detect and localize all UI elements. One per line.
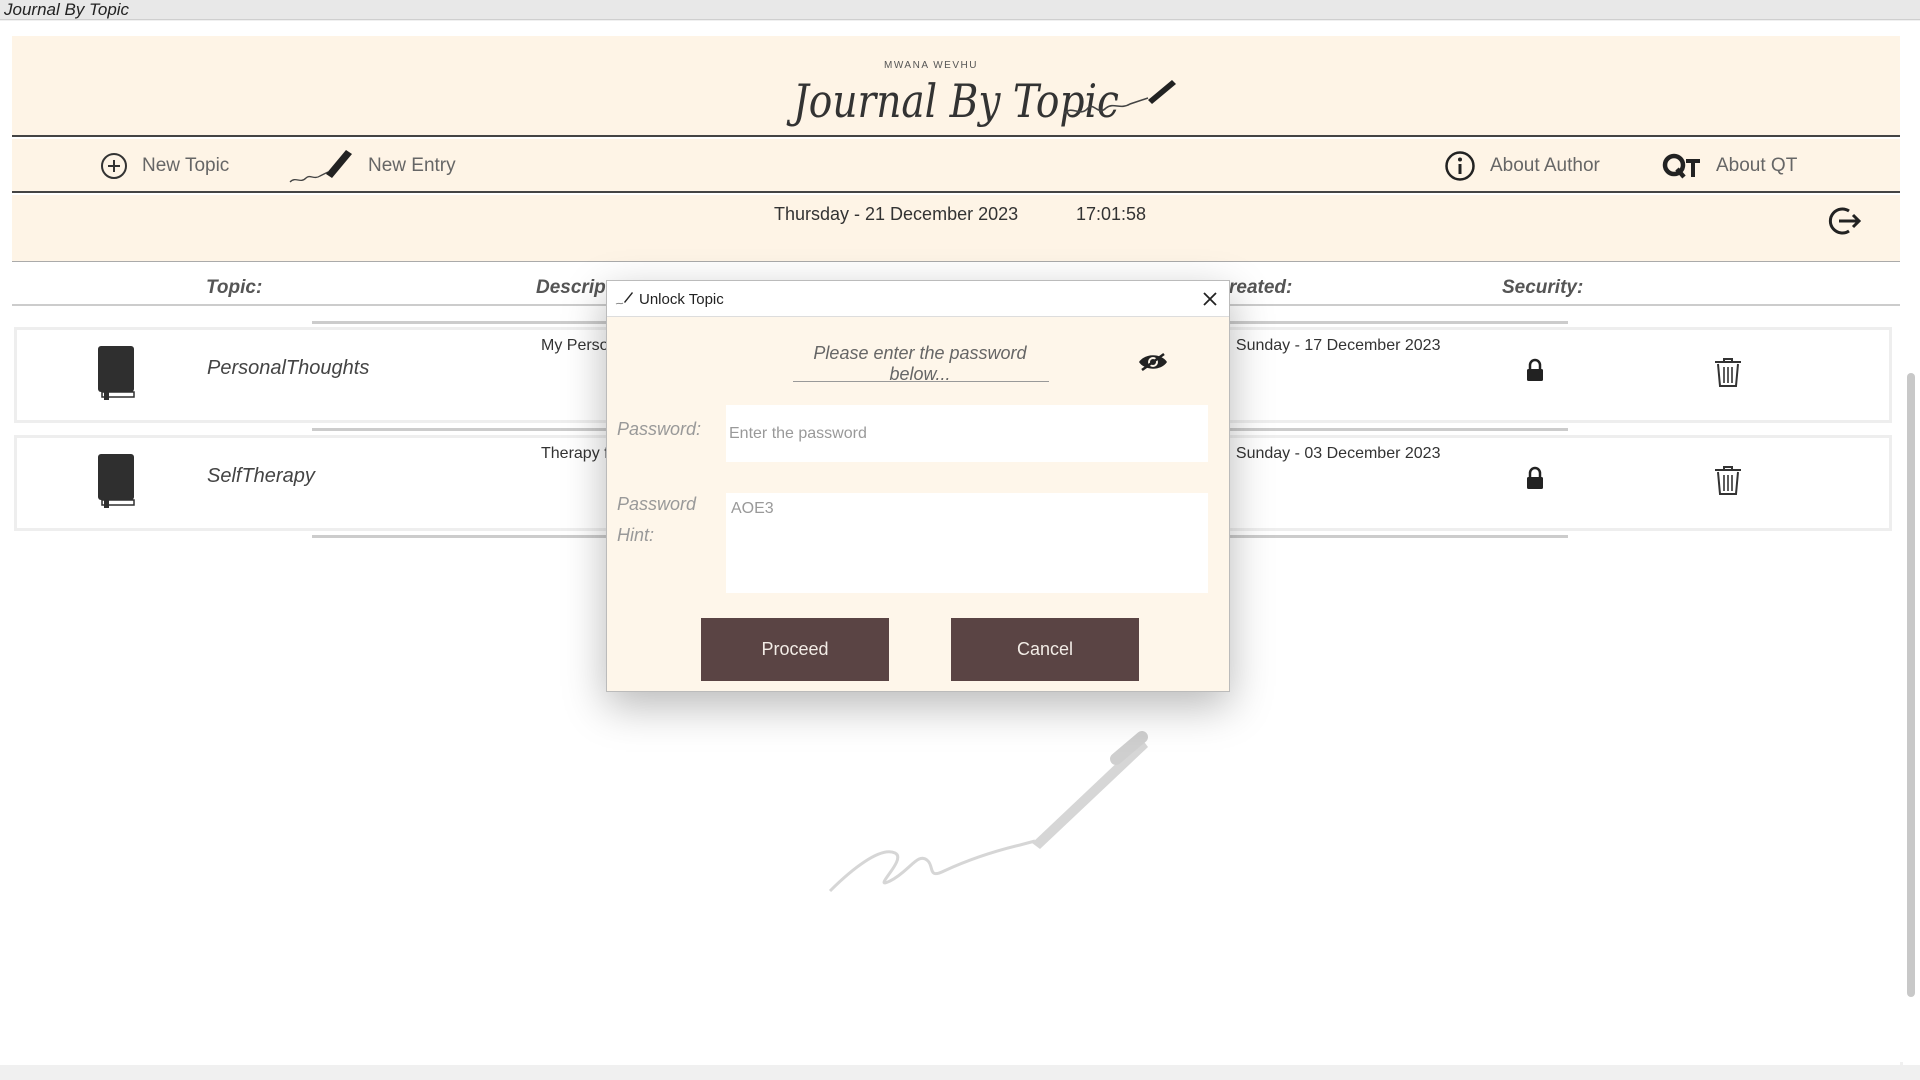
book-icon (98, 454, 135, 508)
column-description: Descript (536, 277, 613, 298)
new-topic-button[interactable]: New Topic (100, 139, 229, 193)
scrollbar-thumb[interactable] (1907, 373, 1915, 997)
topic-created: : Sunday - 17 December 2023 (1227, 337, 1441, 354)
about-author-label: About Author (1490, 155, 1600, 176)
topic-name: PersonalThoughts (207, 357, 370, 379)
qt-logo-icon (1662, 153, 1700, 179)
pen-icon (615, 292, 633, 305)
current-time: 17:01:58 (1076, 204, 1147, 224)
close-icon[interactable] (1199, 288, 1221, 310)
current-date: Thursday - 21 December 2023 (774, 204, 1019, 224)
lock-icon[interactable] (1525, 466, 1545, 490)
new-entry-button[interactable]: New Entry (288, 139, 456, 193)
trash-icon[interactable] (1713, 464, 1743, 496)
topic-description: My Persor (541, 337, 614, 354)
about-qt-label: About QT (1716, 155, 1798, 176)
column-created: reated: (1229, 277, 1293, 298)
hint-label-line2: Hint: (617, 525, 655, 545)
password-prompt: Please enter the password below... (813, 343, 1027, 384)
toolbar: New Topic New Entry About Author About Q… (12, 139, 1900, 193)
topic-name: SelfTherapy (207, 465, 315, 487)
pen-icon (289, 150, 352, 183)
password-hint-field: AOE3 (726, 493, 1208, 593)
dialog-titlebar: Unlock Topic (607, 281, 1229, 317)
app-body: MWANA WEVHU Journal By Topic New Topic N… (0, 21, 1920, 1065)
dialog-title: Unlock Topic (639, 291, 724, 308)
new-entry-label: New Entry (368, 155, 456, 176)
window-title: Journal By Topic (4, 0, 130, 19)
proceed-button[interactable]: Proceed (701, 618, 889, 681)
pen-signature-icon (1063, 80, 1176, 115)
vertical-scrollbar[interactable] (1903, 323, 1920, 1065)
logout-icon[interactable] (1827, 205, 1863, 237)
column-topic: Topic: (206, 277, 263, 298)
brand-title: Journal By Topic (793, 74, 1119, 128)
brand-subtitle: MWANA WEVHU (884, 60, 978, 71)
lock-icon[interactable] (1525, 358, 1545, 382)
column-security: Security: (1502, 277, 1584, 298)
password-input[interactable] (726, 405, 1208, 462)
password-label: Password: (617, 419, 702, 439)
topic-created: : Sunday - 03 December 2023 (1227, 445, 1441, 462)
plus-circle-icon (101, 153, 127, 179)
cancel-button[interactable]: Cancel (951, 618, 1139, 681)
book-icon (98, 346, 135, 400)
trash-icon[interactable] (1713, 356, 1743, 388)
eye-icon[interactable] (1137, 351, 1169, 373)
window-titlebar: Journal By Topic (0, 0, 1920, 20)
status-bar: Thursday - 21 December 2023 17:01:58 (12, 195, 1900, 262)
hint-label-line1: Password (617, 494, 697, 514)
about-author-button[interactable]: About Author (1444, 139, 1600, 193)
about-qt-button[interactable]: About QT (1662, 139, 1797, 193)
topic-description: Therapy f (541, 445, 609, 462)
pen-watermark-icon (828, 731, 1148, 893)
app-header: MWANA WEVHU Journal By Topic (12, 36, 1900, 137)
new-topic-label: New Topic (142, 155, 230, 176)
unlock-topic-dialog: Unlock Topic Please enter the password b… (606, 280, 1230, 692)
prompt-underline (793, 381, 1049, 382)
info-icon (1445, 151, 1475, 181)
